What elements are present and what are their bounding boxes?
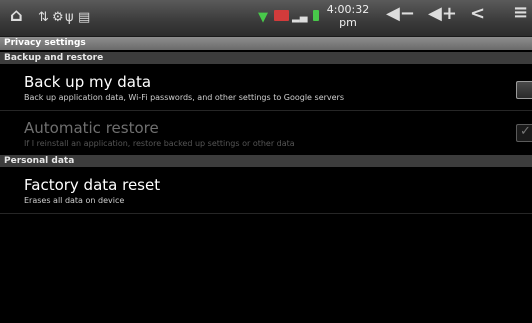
- clock-time: 4:00:32: [326, 3, 370, 16]
- usb-icon: ⇅: [38, 10, 49, 25]
- home-icon[interactable]: ⌂: [10, 7, 23, 25]
- item-title: Back up my data: [24, 73, 152, 91]
- factory-reset-item[interactable]: Factory data reset Erases all data on de…: [0, 168, 532, 212]
- item-title: Automatic restore: [24, 119, 159, 137]
- settings-screen: ⌂ ⇅ ⚙ ψ ▤ ▼ ▂▄ 4:00:32 pm ◀− ◀+ < ≡ Priv…: [0, 0, 532, 323]
- menu-icon[interactable]: ≡: [513, 4, 528, 22]
- section-label: Personal data: [4, 156, 75, 166]
- back-icon[interactable]: <: [470, 5, 485, 23]
- check-icon: ✓: [520, 124, 531, 139]
- automatic-restore-item[interactable]: Automatic restore If I reinstall an appl…: [0, 111, 532, 154]
- volume-down-icon[interactable]: ◀−: [386, 5, 415, 23]
- section-header-backup: Backup and restore: [0, 52, 532, 64]
- item-title: Factory data reset: [24, 176, 161, 194]
- clock-ampm: pm: [339, 16, 357, 29]
- restore-checkbox[interactable]: ✓: [516, 124, 532, 142]
- section-header-personal: Personal data: [0, 155, 532, 167]
- clock: 4:00:32 pm: [324, 3, 372, 29]
- signal-bars-icon: ▂▄: [292, 12, 308, 23]
- item-subtitle: Back up application data, Wi-Fi password…: [24, 93, 345, 102]
- page-title: Privacy settings: [4, 38, 86, 48]
- wifi-icon: ▼: [258, 10, 268, 25]
- item-subtitle: If I reinstall an application, restore b…: [24, 139, 295, 148]
- battery-icon: [313, 10, 319, 25]
- status-bar: ⌂ ⇅ ⚙ ψ ▤ ▼ ▂▄ 4:00:32 pm ◀− ◀+ < ≡: [0, 0, 532, 37]
- usb-debug-icon: ψ: [65, 10, 74, 25]
- no-signal-icon: [274, 10, 289, 25]
- sync-icon: ⚙: [52, 10, 64, 25]
- title-bar: Privacy settings: [0, 37, 532, 50]
- sd-card-icon: ▤: [78, 10, 91, 25]
- backup-my-data-item[interactable]: Back up my data Back up application data…: [0, 65, 532, 109]
- section-label: Backup and restore: [4, 53, 104, 63]
- divider: [0, 213, 532, 214]
- backup-checkbox[interactable]: [516, 81, 532, 99]
- item-subtitle: Erases all data on device: [24, 196, 125, 205]
- volume-up-icon[interactable]: ◀+: [428, 5, 457, 23]
